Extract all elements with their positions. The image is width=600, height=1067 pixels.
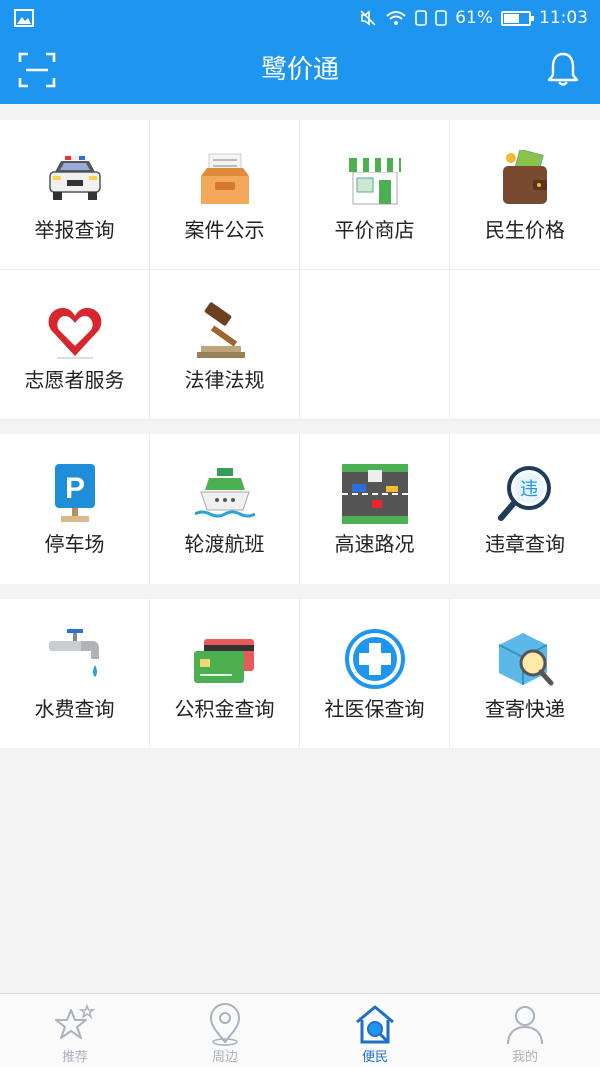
service-violation-query[interactable]: 违 违章查询 — [450, 434, 600, 584]
home-search-icon — [356, 1005, 394, 1044]
service-label: 法律法规 — [184, 368, 265, 392]
service-fair-price-store[interactable]: 平价商店 — [300, 120, 450, 270]
water-tap-icon — [49, 629, 99, 677]
image-icon — [14, 9, 34, 27]
sim1-icon — [415, 10, 428, 26]
battery-level — [504, 13, 519, 23]
service-label: 案件公示 — [184, 218, 265, 242]
service-express-tracking[interactable]: 查寄快递 — [450, 599, 600, 749]
bank-card-icon — [194, 639, 254, 683]
status-bar: 61% 11:03 — [0, 0, 600, 36]
tab-label: 推荐 — [61, 1050, 88, 1065]
parking-sign-icon: P — [55, 464, 95, 522]
violation-search-icon: 违 — [498, 466, 551, 521]
star-icon — [55, 1003, 96, 1039]
nav-bar: 鹭价通 — [0, 36, 600, 104]
service-label: 违章查询 — [485, 532, 565, 556]
empty-cell — [300, 270, 450, 420]
service-housing-fund[interactable]: 公积金查询 — [150, 599, 300, 749]
tab-mine[interactable]: 我的 — [450, 994, 600, 1067]
clock: 11:03 — [539, 8, 588, 28]
svg-text:违: 违 — [520, 479, 538, 500]
service-label: 社医保查询 — [324, 697, 425, 721]
service-label: 查寄快递 — [485, 697, 565, 721]
service-volunteer[interactable]: 志愿者服务 — [0, 270, 150, 420]
bell-icon[interactable] — [546, 50, 580, 88]
service-report-query[interactable]: 举报查询 — [0, 120, 150, 270]
services-section-3: 水费查询 公积金查询 社医保查询 查寄快递 — [0, 599, 600, 749]
location-pin-icon — [209, 1003, 241, 1046]
gavel-icon — [197, 302, 245, 358]
service-label: 举报查询 — [34, 218, 115, 242]
package-search-icon — [498, 633, 554, 686]
service-label: 高速路况 — [334, 532, 415, 556]
police-car-icon — [49, 156, 101, 200]
tab-label: 便民 — [361, 1050, 388, 1065]
service-label: 志愿者服务 — [24, 368, 125, 392]
mute-icon — [360, 10, 376, 26]
battery-percent: 61% — [455, 8, 493, 28]
wallet-money-icon — [503, 150, 547, 204]
file-tray-icon — [201, 153, 249, 204]
bottom-tab-bar: 推荐 周边 便民 我的 — [0, 993, 600, 1067]
empty-cell — [450, 270, 600, 420]
service-label: 公积金查询 — [174, 697, 275, 721]
service-parking[interactable]: P 停车场 — [0, 434, 150, 584]
service-label: 平价商店 — [334, 218, 415, 242]
tab-recommend[interactable]: 推荐 — [0, 994, 150, 1067]
service-case-publicity[interactable]: 案件公示 — [150, 120, 300, 270]
services-section-2: P 停车场 轮渡航班 高速路况 违 违章查询 — [0, 434, 600, 584]
page-title: 鹭价通 — [260, 55, 339, 85]
wifi-icon — [386, 11, 406, 25]
service-label: 水费查询 — [34, 697, 115, 721]
service-label: 民生价格 — [485, 218, 565, 242]
svg-text:P: P — [65, 472, 85, 505]
tab-nearby[interactable]: 周边 — [150, 994, 300, 1067]
service-livelihood-prices[interactable]: 民生价格 — [450, 120, 600, 270]
service-ferry[interactable]: 轮渡航班 — [150, 434, 300, 584]
store-icon — [349, 158, 401, 205]
service-label: 停车场 — [44, 532, 105, 556]
road-traffic-icon — [342, 464, 408, 524]
heart-hand-icon — [48, 308, 102, 359]
tab-label: 我的 — [511, 1050, 538, 1065]
tab-convenience[interactable]: 便民 — [300, 994, 450, 1067]
service-laws[interactable]: 法律法规 — [150, 270, 300, 420]
ferry-icon — [195, 468, 255, 518]
user-icon — [507, 1006, 543, 1045]
service-highway-traffic[interactable]: 高速路况 — [300, 434, 450, 584]
tab-label: 周边 — [211, 1050, 238, 1065]
service-label: 轮渡航班 — [184, 532, 265, 556]
service-water-bill[interactable]: 水费查询 — [0, 599, 150, 749]
medical-cross-icon — [345, 629, 405, 689]
service-social-medical-insurance[interactable]: 社医保查询 — [300, 599, 450, 749]
battery-icon — [501, 10, 534, 26]
services-section-1: 举报查询 案件公示 平价商店 民生价格 志愿者服务 法律法规 — [0, 120, 600, 420]
sim2-icon — [435, 10, 448, 26]
